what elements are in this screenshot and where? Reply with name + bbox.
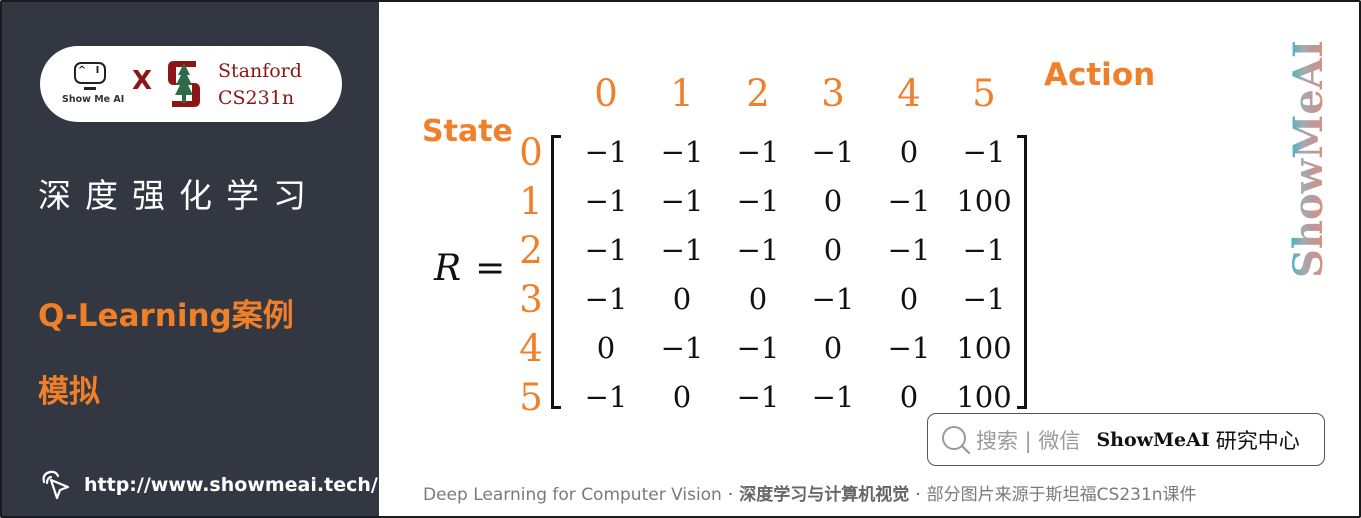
matrix-left-bracket bbox=[551, 135, 561, 409]
search-hint: 搜索 | 微信 bbox=[976, 428, 1081, 453]
state-index: 5 bbox=[519, 376, 543, 419]
matrix-cell: 0 bbox=[899, 135, 919, 169]
showmeai-watermark: ShowMeAI bbox=[1285, 42, 1332, 278]
state-index: 2 bbox=[519, 229, 543, 272]
matrix-label: R = bbox=[434, 248, 505, 289]
matrix-cell: −1 bbox=[811, 380, 855, 414]
matrix-cell: −1 bbox=[887, 331, 931, 365]
action-index: 2 bbox=[746, 72, 770, 115]
footer-caption: Deep Learning for Computer Vision · 深度学习与计… bbox=[423, 480, 1197, 505]
matrix-cell: 0 bbox=[672, 380, 692, 414]
matrix-cell: −1 bbox=[887, 233, 931, 267]
matrix-cell: 0 bbox=[672, 282, 692, 316]
watermark-text: ShowMeAI bbox=[1285, 42, 1332, 278]
matrix-cell: −1 bbox=[660, 233, 704, 267]
matrix-cell: −1 bbox=[660, 184, 704, 218]
action-index: 1 bbox=[670, 72, 694, 115]
state-index: 3 bbox=[519, 278, 543, 321]
showmeai-logo-text: Show Me AI bbox=[62, 94, 125, 105]
matrix-cell: 0 bbox=[823, 331, 843, 365]
search-brand-cn: 研究中心 bbox=[1215, 428, 1300, 453]
matrix-cell: −1 bbox=[660, 135, 704, 169]
topic-title: Q-Learning案例 bbox=[38, 298, 294, 334]
matrix-right-bracket bbox=[1017, 135, 1027, 409]
matrix-cell: −1 bbox=[962, 135, 1006, 169]
matrix-cell: −1 bbox=[736, 184, 780, 218]
footer-separator: · bbox=[915, 485, 921, 505]
matrix-cell: −1 bbox=[962, 233, 1006, 267]
matrix-cell: −1 bbox=[811, 282, 855, 316]
matrix-cell: −1 bbox=[584, 282, 628, 316]
topic-subtitle: 模拟 bbox=[38, 374, 100, 410]
state-index: 4 bbox=[519, 327, 543, 370]
state-label: State bbox=[422, 114, 513, 149]
footer-course-en: Deep Learning for Computer Vision bbox=[423, 485, 722, 505]
matrix-cell: −1 bbox=[584, 135, 628, 169]
matrix-cell: −1 bbox=[962, 282, 1006, 316]
matrix-cell: −1 bbox=[736, 233, 780, 267]
website-link[interactable]: http://www.showmeai.tech/ bbox=[38, 468, 378, 502]
matrix-cell: 0 bbox=[899, 380, 919, 414]
matrix-cell: −1 bbox=[584, 184, 628, 218]
matrix-cell: −1 bbox=[736, 135, 780, 169]
action-index: 4 bbox=[897, 72, 921, 115]
robot-stand-icon bbox=[84, 87, 96, 90]
footer-separator: · bbox=[727, 485, 734, 505]
footer-course-cn: 深度学习与计算机视觉 bbox=[739, 485, 910, 505]
state-index: 0 bbox=[519, 131, 543, 174]
footer-source-note: 部分图片来源于斯坦福CS231n课件 bbox=[926, 485, 1197, 505]
search-icon bbox=[942, 425, 971, 454]
sidebar: ^ I Show Me AI X Stanford CS231n 深度强化学习 … bbox=[2, 2, 379, 516]
matrix-cell: 0 bbox=[823, 184, 843, 218]
matrix-cell: 100 bbox=[956, 380, 1012, 414]
stanford-tree-logo-icon bbox=[168, 61, 200, 107]
slide-content: State Action 012345 012345 R = −1 −1 −1 −1 0−… bbox=[379, 2, 1359, 516]
action-index: 3 bbox=[821, 72, 845, 115]
course-title: 深度强化学习 bbox=[38, 176, 320, 215]
matrix-cell: 0 bbox=[899, 282, 919, 316]
logo-banner: ^ I Show Me AI X Stanford CS231n bbox=[40, 46, 342, 122]
matrix-cell: 0 bbox=[748, 282, 768, 316]
matrix-cell: 100 bbox=[956, 331, 1012, 365]
slide-frame: ^ I Show Me AI X Stanford CS231n 深度强化学习 … bbox=[0, 0, 1361, 518]
matrix-cell: −1 bbox=[584, 380, 628, 414]
state-index: 1 bbox=[519, 180, 543, 223]
matrix-cell: −1 bbox=[736, 380, 780, 414]
showmeai-logo: ^ I Show Me AI bbox=[62, 60, 126, 110]
action-index: 5 bbox=[972, 72, 996, 115]
matrix-cell: −1 bbox=[811, 135, 855, 169]
website-url[interactable]: http://www.showmeai.tech/ bbox=[84, 474, 378, 496]
matrix-cell: 0 bbox=[823, 233, 843, 267]
matrix-cell: 0 bbox=[596, 331, 616, 365]
matrix-cell: −1 bbox=[660, 331, 704, 365]
matrix-cell: 100 bbox=[956, 184, 1012, 218]
matrix-cell: −1 bbox=[584, 233, 628, 267]
search-brand: ShowMeAI bbox=[1096, 428, 1210, 451]
matrix-cell: −1 bbox=[887, 184, 931, 218]
robot-screen-icon: ^ I bbox=[74, 62, 106, 84]
wechat-search-box: 搜索 | 微信 ShowMeAI 研究中心 bbox=[927, 413, 1325, 466]
action-index: 0 bbox=[594, 72, 618, 115]
action-label: Action bbox=[1044, 57, 1156, 93]
cursor-click-icon bbox=[42, 470, 70, 500]
stanford-course-text: Stanford CS231n bbox=[218, 60, 302, 109]
equals-sign: = bbox=[475, 248, 506, 289]
matrix-name: R bbox=[434, 248, 462, 289]
matrix-cell: −1 bbox=[736, 331, 780, 365]
cross-mark: X bbox=[132, 66, 153, 96]
